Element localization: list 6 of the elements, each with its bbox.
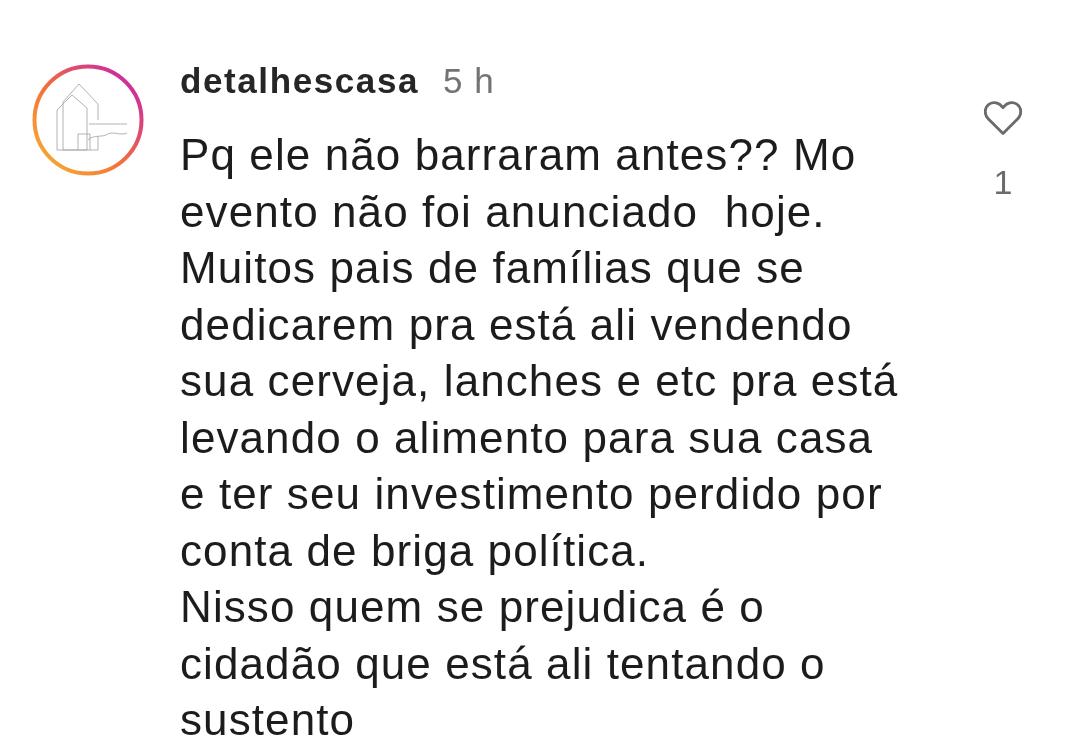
username[interactable]: detalhescasa (180, 60, 420, 102)
comment-time: 5 h (443, 60, 495, 102)
comment-text: Pq ele não barraram antes?? Mo evento não foi anunciado hoje. Muitos pais de famílias que se dedicarem pra está ali vendendo sua cerveja, lanches e etc pra está levando o alimento para sua casa e ter seu investimento perdido por conta de briga política. Nisso quem se prejudica é o cidadão que está ali tentando o sustento (180, 129, 900, 746)
heart-icon[interactable] (983, 100, 1023, 136)
like-count: 1 (993, 164, 1013, 200)
profile-avatar[interactable] (32, 64, 144, 176)
